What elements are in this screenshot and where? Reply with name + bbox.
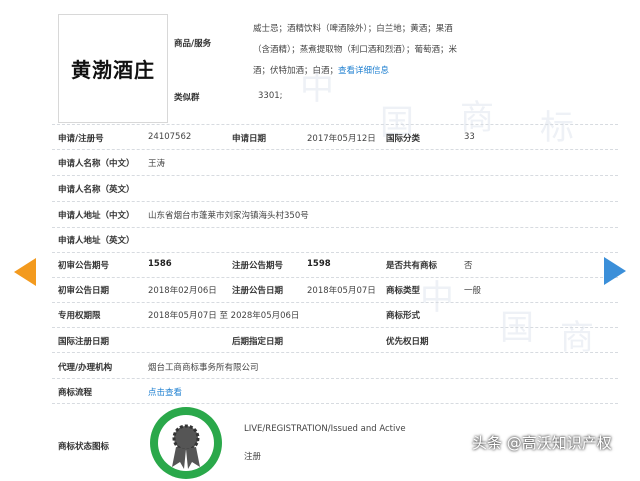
status-en: LIVE/REGISTRATION/Issued and Active bbox=[244, 424, 406, 434]
intl-reg-date-label: 国际注册日期 bbox=[58, 337, 110, 347]
intl-class-label: 国际分类 bbox=[386, 134, 421, 144]
shared-label: 是否共有商标 bbox=[386, 261, 438, 271]
priority-date-label: 优先权日期 bbox=[386, 337, 429, 347]
similar-group-label: 类似群 bbox=[174, 93, 200, 103]
goods-label: 商品/服务 bbox=[174, 39, 212, 49]
app-no-label: 申请/注册号 bbox=[58, 134, 104, 144]
reg-no-value: 1598 bbox=[307, 259, 331, 269]
source-watermark: 头条 @高沃知识产权 bbox=[472, 434, 612, 452]
exclusive-label: 专用权期限 bbox=[58, 311, 101, 321]
trademark-logo-text: 黄渤酒庄 bbox=[71, 58, 155, 82]
similar-group-value: 3301; bbox=[258, 91, 283, 101]
reg-date-value: 2018年05月07日 bbox=[307, 286, 376, 296]
status-label: 商标状态图标 bbox=[58, 442, 110, 452]
app-date-value: 2017年05月12日 bbox=[307, 134, 376, 144]
reg-no-label: 注册公告期号 bbox=[232, 261, 284, 271]
later-date-label: 后期指定日期 bbox=[232, 337, 284, 347]
app-date-label: 申请日期 bbox=[232, 134, 267, 144]
app-no-value: 24107562 bbox=[148, 132, 192, 142]
prelim-date-label: 初审公告日期 bbox=[58, 286, 110, 296]
prelim-no-value: 1586 bbox=[148, 259, 172, 269]
shared-value: 否 bbox=[464, 261, 473, 271]
address-cn-value: 山东省烟台市蓬莱市刘家沟镇海头村350号 bbox=[148, 211, 309, 221]
exclusive-value: 2018年05月07日 至 2028年05月06日 bbox=[148, 311, 300, 321]
address-en-label: 申请人地址（英文） bbox=[58, 236, 135, 246]
goods-text: 威士忌；酒精饮料（啤酒除外）；白兰地；黄酒；果酒（含酒精）；蒸煮提取物（利口酒和… bbox=[253, 19, 468, 82]
status-cn: 注册 bbox=[244, 452, 262, 462]
prelim-no-label: 初审公告期号 bbox=[58, 261, 110, 271]
intl-class-value: 33 bbox=[464, 132, 475, 142]
view-details-link[interactable]: 查看详细信息 bbox=[338, 66, 389, 76]
reg-date-label: 注册公告日期 bbox=[232, 286, 284, 296]
applicant-cn-value: 王涛 bbox=[148, 159, 166, 169]
form-label: 商标形式 bbox=[386, 311, 421, 321]
address-cn-label: 申请人地址（中文） bbox=[58, 211, 135, 221]
agent-label: 代理/办理机构 bbox=[58, 363, 113, 373]
type-value: 一般 bbox=[464, 286, 482, 296]
prelim-date-value: 2018年02月06日 bbox=[148, 286, 217, 296]
applicant-cn-label: 申请人名称（中文） bbox=[58, 159, 135, 169]
agent-value: 烟台工商商标事务所有限公司 bbox=[148, 363, 259, 373]
registered-seal-icon bbox=[150, 407, 222, 479]
process-link[interactable]: 点击查看 bbox=[148, 386, 182, 398]
process-label: 商标流程 bbox=[58, 388, 93, 398]
trademark-image: 黄渤酒庄 bbox=[58, 14, 168, 123]
background-watermark: 国 bbox=[500, 308, 538, 348]
next-arrow-icon[interactable] bbox=[604, 257, 626, 285]
type-label: 商标类型 bbox=[386, 286, 421, 296]
applicant-en-label: 申请人名称（英文） bbox=[58, 185, 135, 195]
previous-arrow-icon[interactable] bbox=[14, 258, 36, 286]
